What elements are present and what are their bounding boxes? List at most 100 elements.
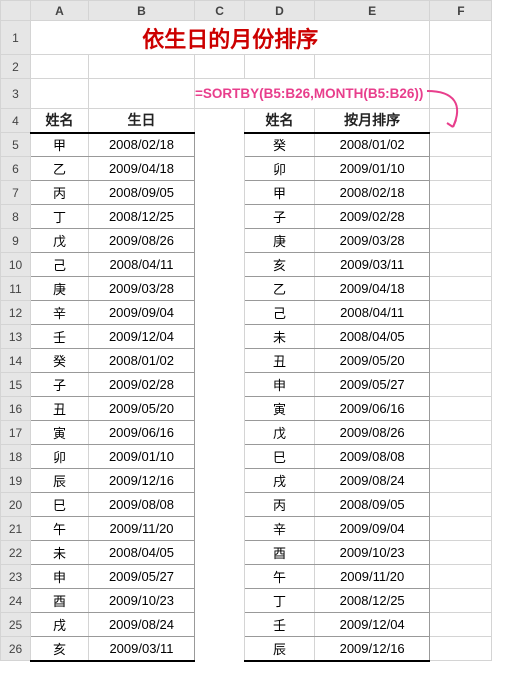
- row-header[interactable]: 10: [1, 253, 31, 277]
- row-header[interactable]: 11: [1, 277, 31, 301]
- name-cell[interactable]: 申: [31, 565, 89, 589]
- col-header-F[interactable]: F: [430, 1, 492, 21]
- col-header-E[interactable]: E: [314, 1, 430, 21]
- cell[interactable]: [430, 133, 492, 157]
- cell[interactable]: [195, 325, 245, 349]
- cell[interactable]: [430, 79, 492, 109]
- cell[interactable]: [195, 373, 245, 397]
- col-header-C[interactable]: C: [195, 1, 245, 21]
- date-cell[interactable]: 2009/04/18: [314, 277, 430, 301]
- date-cell[interactable]: 2009/08/08: [89, 493, 195, 517]
- name-cell[interactable]: 戊: [245, 421, 315, 445]
- date-cell[interactable]: 2008/12/25: [314, 589, 430, 613]
- cell[interactable]: [430, 325, 492, 349]
- date-cell[interactable]: 2008/04/11: [314, 301, 430, 325]
- cell[interactable]: [195, 613, 245, 637]
- name-cell[interactable]: 丑: [31, 397, 89, 421]
- cell[interactable]: [430, 21, 492, 55]
- date-cell[interactable]: 2009/10/23: [314, 541, 430, 565]
- cell[interactable]: [195, 253, 245, 277]
- cell[interactable]: [430, 373, 492, 397]
- name-cell[interactable]: 巳: [245, 445, 315, 469]
- date-cell[interactable]: 2008/04/05: [89, 541, 195, 565]
- name-cell[interactable]: 丑: [245, 349, 315, 373]
- name-cell[interactable]: 丙: [245, 493, 315, 517]
- name-cell[interactable]: 未: [31, 541, 89, 565]
- cell[interactable]: [195, 277, 245, 301]
- cell[interactable]: [195, 349, 245, 373]
- cell[interactable]: [430, 157, 492, 181]
- col-header-B[interactable]: B: [89, 1, 195, 21]
- cell[interactable]: [195, 397, 245, 421]
- row-header[interactable]: 15: [1, 373, 31, 397]
- date-cell[interactable]: 2009/02/28: [314, 205, 430, 229]
- name-cell[interactable]: 甲: [31, 133, 89, 157]
- date-cell[interactable]: 2008/01/02: [89, 349, 195, 373]
- cell[interactable]: [430, 397, 492, 421]
- name-cell[interactable]: 未: [245, 325, 315, 349]
- cell[interactable]: [430, 55, 492, 79]
- date-cell[interactable]: 2009/05/20: [89, 397, 195, 421]
- cell[interactable]: [430, 637, 492, 661]
- cell[interactable]: [31, 55, 89, 79]
- date-cell[interactable]: 2009/09/04: [89, 301, 195, 325]
- date-cell[interactable]: 2009/11/20: [314, 565, 430, 589]
- cell[interactable]: [195, 181, 245, 205]
- name-cell[interactable]: 辛: [245, 517, 315, 541]
- row-header[interactable]: 13: [1, 325, 31, 349]
- date-cell[interactable]: 2008/04/05: [314, 325, 430, 349]
- name-cell[interactable]: 己: [31, 253, 89, 277]
- row-header[interactable]: 16: [1, 397, 31, 421]
- name-cell[interactable]: 戌: [245, 469, 315, 493]
- cell[interactable]: [430, 445, 492, 469]
- row-header[interactable]: 9: [1, 229, 31, 253]
- row-header[interactable]: 26: [1, 637, 31, 661]
- header-name-right[interactable]: 姓名: [245, 109, 315, 133]
- row-header[interactable]: 6: [1, 157, 31, 181]
- date-cell[interactable]: 2009/05/20: [314, 349, 430, 373]
- name-cell[interactable]: 辛: [31, 301, 89, 325]
- name-cell[interactable]: 辰: [31, 469, 89, 493]
- cell[interactable]: [195, 565, 245, 589]
- name-cell[interactable]: 乙: [31, 157, 89, 181]
- cell[interactable]: [195, 541, 245, 565]
- date-cell[interactable]: 2009/05/27: [314, 373, 430, 397]
- name-cell[interactable]: 戊: [31, 229, 89, 253]
- cell[interactable]: [195, 445, 245, 469]
- name-cell[interactable]: 癸: [245, 133, 315, 157]
- name-cell[interactable]: 丙: [31, 181, 89, 205]
- row-header[interactable]: 20: [1, 493, 31, 517]
- cell[interactable]: [430, 565, 492, 589]
- name-cell[interactable]: 乙: [245, 277, 315, 301]
- cell[interactable]: [89, 79, 195, 109]
- row-header[interactable]: 18: [1, 445, 31, 469]
- name-cell[interactable]: 巳: [31, 493, 89, 517]
- cell[interactable]: [430, 541, 492, 565]
- date-cell[interactable]: 2009/12/16: [314, 637, 430, 661]
- date-cell[interactable]: 2009/03/28: [314, 229, 430, 253]
- row-header[interactable]: 14: [1, 349, 31, 373]
- name-cell[interactable]: 申: [245, 373, 315, 397]
- cell[interactable]: [31, 79, 89, 109]
- cell[interactable]: [430, 493, 492, 517]
- row-header[interactable]: 24: [1, 589, 31, 613]
- name-cell[interactable]: 寅: [31, 421, 89, 445]
- row-header[interactable]: 3: [1, 79, 31, 109]
- name-cell[interactable]: 子: [31, 373, 89, 397]
- date-cell[interactable]: 2009/03/11: [314, 253, 430, 277]
- cell[interactable]: [430, 421, 492, 445]
- row-header[interactable]: 23: [1, 565, 31, 589]
- date-cell[interactable]: 2009/09/04: [314, 517, 430, 541]
- name-cell[interactable]: 酉: [31, 589, 89, 613]
- select-all-corner[interactable]: [1, 1, 31, 21]
- date-cell[interactable]: 2008/12/25: [89, 205, 195, 229]
- cell[interactable]: [195, 421, 245, 445]
- date-cell[interactable]: 2009/03/28: [89, 277, 195, 301]
- date-cell[interactable]: 2009/08/08: [314, 445, 430, 469]
- cell[interactable]: [430, 301, 492, 325]
- date-cell[interactable]: 2009/12/16: [89, 469, 195, 493]
- name-cell[interactable]: 午: [245, 565, 315, 589]
- header-birthday[interactable]: 生日: [89, 109, 195, 133]
- cell[interactable]: [195, 55, 245, 79]
- cell[interactable]: [195, 469, 245, 493]
